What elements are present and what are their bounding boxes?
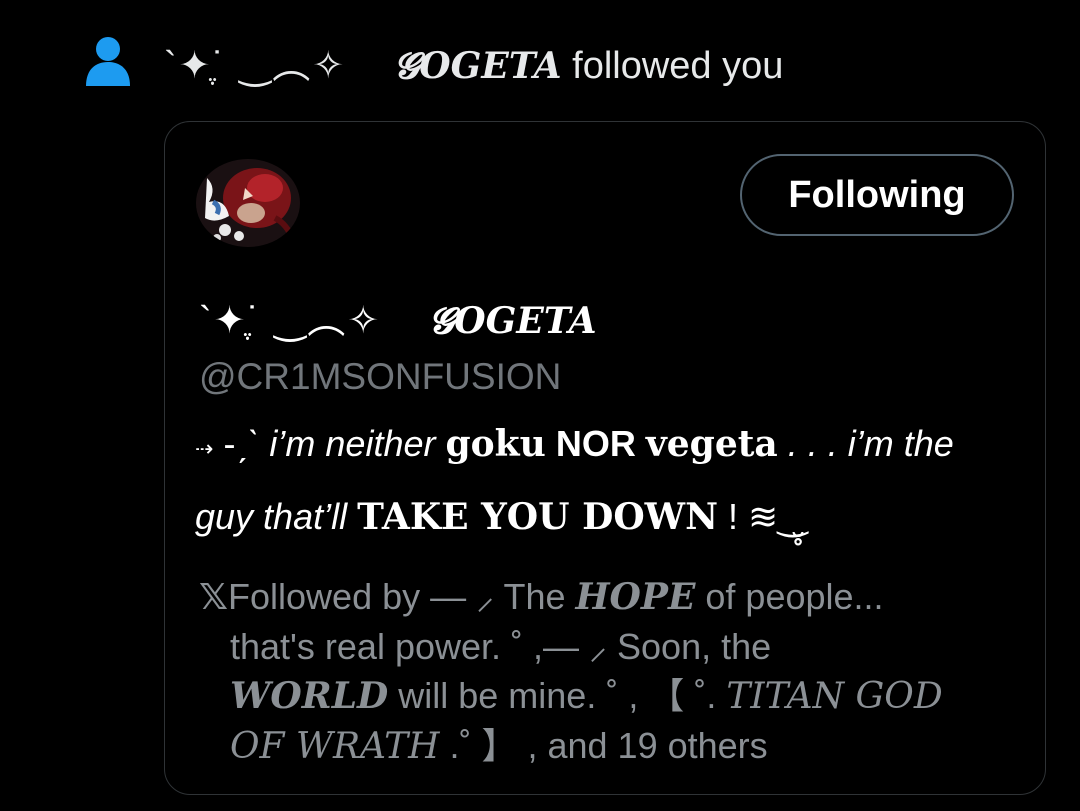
following-button[interactable]: Following (740, 154, 1014, 236)
notification-action-text: followed you (572, 45, 784, 87)
follower-3-part-b: .˚ 】 (439, 725, 518, 766)
profile-name-row[interactable]: `✦˙ִֶ ‿︵✧ 𝓖OGETA (199, 298, 597, 344)
bio-text-3: guy that’ll (195, 496, 358, 537)
followed-by-intro: Followed by ― (228, 576, 477, 617)
bio-arrow: ⇢ (195, 436, 214, 461)
bio-text-2: . . . i’m the (777, 423, 954, 464)
bio-dash: -ˏˋ (223, 423, 260, 464)
follower-2-part-b: will be mine. ˚ , (388, 675, 649, 716)
bio-nor: NOR (545, 423, 646, 464)
x-logo-icon: 𝕏 (199, 576, 229, 617)
followed-by-line-4: OF WRATH .˚ 】 , and 19 others (199, 721, 1039, 771)
bio-ending: ! ≋‿̮̥ (718, 496, 808, 537)
bio-vegeta: vegeta (645, 423, 778, 465)
follower-3-titan-god: TITAN GOD (726, 676, 943, 717)
followed-by-line-3: WORLD will be mine. ˚ , 【 ˚. TITAN GOD (199, 671, 1039, 721)
followed-by-suffix: , and 19 others (517, 725, 768, 766)
profile-avatar[interactable] (195, 158, 301, 248)
follow-notification[interactable]: `✦˙ִֶ ‿︵✧ 𝓖OGETA followed you (84, 36, 1064, 96)
follower-1-part-c: that's real power. ˚ ,― (230, 626, 590, 667)
profile-display-name[interactable]: 𝓖OGETA (429, 300, 597, 342)
follower-1-part-a: ⸝ The (476, 576, 576, 617)
bio-take-you-down: TAKE YOU DOWN (357, 496, 719, 538)
profile-card[interactable]: Following `✦˙ִֶ ‿︵✧ 𝓖OGETA @CR1MSONFUSION… (164, 121, 1046, 795)
follower-3-of-wrath: OF WRATH (230, 726, 440, 767)
person-icon (86, 37, 130, 86)
follower-1-part-b: of people... (695, 576, 884, 617)
follower-2-part-a: ⸝ Soon, the (589, 626, 772, 667)
follower-display-name[interactable]: 𝓖OGETA (394, 45, 562, 87)
follower-name-decoration: `✦˙ִֶ ‿︵✧ (164, 45, 347, 87)
follower-1-hope: HOPE (575, 576, 696, 618)
profile-handle[interactable]: @CR1MSONFUSION (199, 354, 561, 400)
followed-by-line-1: 𝕏Followed by ― ⸝ The HOPE of people... (199, 572, 1039, 622)
profile-name-decoration: `✦˙ִֶ ‿︵✧ (199, 300, 382, 342)
bio-text-1: i’m neither (259, 423, 446, 464)
followed-by-line-2: that's real power. ˚ ,― ⸝ Soon, the (199, 622, 1039, 671)
follower-2-world: WORLD (230, 675, 389, 717)
notification-text: `✦˙ִֶ ‿︵✧ 𝓖OGETA followed you (164, 42, 783, 90)
follower-3-part-a: 【 ˚. (648, 675, 727, 716)
bio-goku: goku (445, 423, 546, 465)
profile-bio: ⇢ -ˏˋ i’m neither goku NOR vegeta . . . … (195, 410, 1025, 551)
followed-by[interactable]: 𝕏Followed by ― ⸝ The HOPE of people... t… (199, 572, 1039, 771)
